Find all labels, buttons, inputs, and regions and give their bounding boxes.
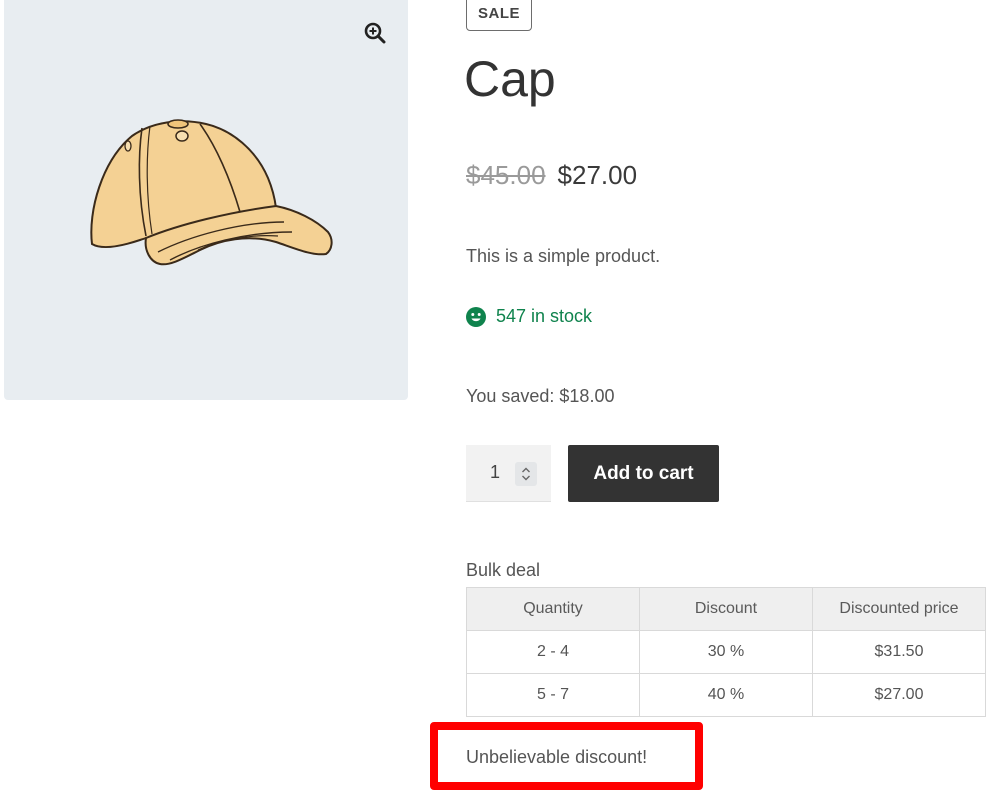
magnifier-plus-icon — [364, 22, 386, 44]
saved-amount: You saved: $18.00 — [466, 386, 615, 406]
product-page: SALE Cap $45.00 $27.00 This is a simple p… — [0, 0, 1003, 798]
table-cell: 30 % — [639, 630, 813, 674]
table-row: 2 - 4 30 % $31.50 — [466, 630, 986, 674]
table-cell: 40 % — [639, 673, 813, 717]
table-cell: 5 - 7 — [466, 673, 640, 717]
column-header-discounted-price: Discounted price — [812, 587, 986, 631]
quantity-stepper[interactable]: 1 — [466, 445, 551, 502]
zoom-button[interactable] — [354, 12, 396, 54]
regular-price: $45.00 — [466, 160, 546, 190]
smiley-icon — [466, 306, 486, 327]
table-header-row: Quantity Discount Discounted price — [466, 587, 986, 631]
bulk-deal-title: Bulk deal — [466, 560, 541, 580]
discount-note: Unbelievable discount! — [466, 747, 648, 767]
sale-badge: SALE — [466, 0, 533, 31]
table-cell: 2 - 4 — [466, 630, 640, 674]
product-title: Cap — [464, 51, 556, 107]
product-gallery — [4, 0, 408, 400]
column-header-quantity: Quantity — [466, 587, 640, 631]
table-cell: $27.00 — [812, 673, 986, 717]
quantity-spinner[interactable] — [515, 462, 537, 486]
quantity-input[interactable]: 1 — [490, 462, 500, 483]
table-row: 5 - 7 40 % $27.00 — [466, 673, 986, 717]
sale-price: $27.00 — [557, 160, 638, 190]
stock-status: 547 in stock — [466, 306, 592, 327]
stock-text: 547 in stock — [496, 306, 593, 326]
product-price: $45.00 $27.00 — [466, 160, 637, 191]
cap-icon[interactable] — [80, 116, 340, 286]
add-to-cart-button[interactable]: Add to cart — [568, 445, 719, 502]
bulk-deal-table: Quantity Discount Discounted price 2 - 4… — [466, 587, 986, 717]
chevron-up-down-icon — [522, 467, 530, 481]
table-cell: $31.50 — [812, 630, 986, 674]
short-description: This is a simple product. — [466, 246, 661, 266]
column-header-discount: Discount — [639, 587, 813, 631]
